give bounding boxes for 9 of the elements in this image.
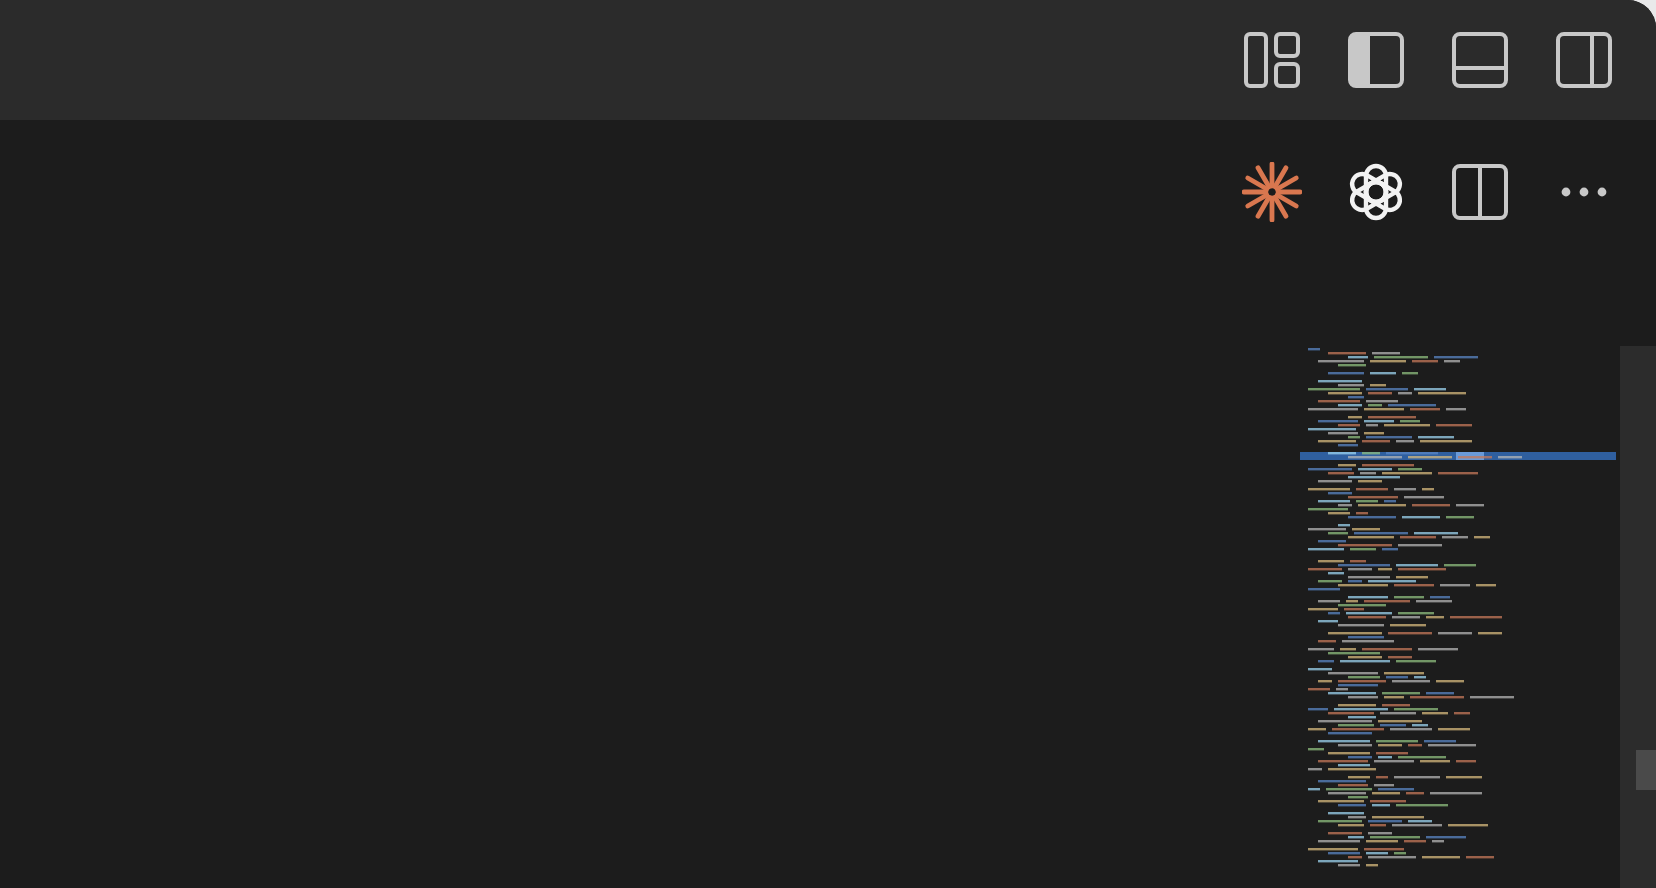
layout-icon[interactable] <box>1242 30 1302 90</box>
scrollbar-thumb[interactable] <box>1636 750 1656 790</box>
asterisk-icon[interactable] <box>1242 162 1302 222</box>
sidebar-toggle-icon[interactable] <box>1346 30 1406 90</box>
scrollbar[interactable] <box>1620 346 1656 888</box>
split-editor-icon[interactable] <box>1450 162 1510 222</box>
knot-icon[interactable] <box>1346 162 1406 222</box>
sidebar-toggle-icon[interactable] <box>1554 30 1614 90</box>
panel-toggle-icon[interactable] <box>1450 30 1510 90</box>
